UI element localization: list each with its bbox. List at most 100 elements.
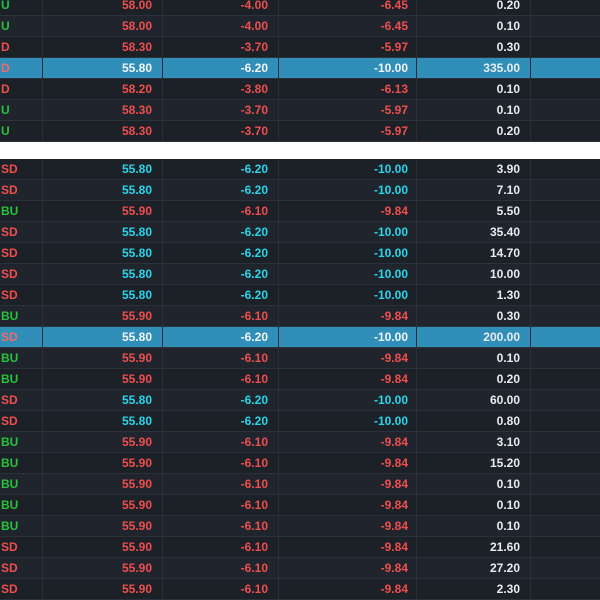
volume-cell: 0.10 <box>496 351 520 365</box>
table-row[interactable]: BU 55.90 -6.10 -9.84 3.10 <box>0 432 600 453</box>
table-row[interactable]: U 58.00 -4.00 -6.45 0.10 <box>0 16 600 37</box>
empty-cell <box>530 201 600 221</box>
volume-cell: 60.00 <box>489 393 520 407</box>
table-row[interactable]: BU 55.90 -6.10 -9.84 0.20 <box>0 369 600 390</box>
column-divider <box>42 243 43 263</box>
column-divider <box>42 58 43 78</box>
change-cell: -3.70 <box>240 103 268 117</box>
table-row[interactable]: SD 55.90 -6.10 -9.84 21.60 <box>0 537 600 558</box>
column-divider <box>278 243 279 263</box>
change-cell: -6.10 <box>240 435 268 449</box>
percent-cell: -9.84 <box>380 372 408 386</box>
empty-cell <box>530 474 600 494</box>
column-divider <box>162 306 163 326</box>
column-divider <box>278 558 279 578</box>
column-divider <box>278 0 279 15</box>
table-row[interactable]: BU 55.90 -6.10 -9.84 15.20 <box>0 453 600 474</box>
table-row[interactable]: SD 55.90 -6.10 -9.84 2.30 <box>0 579 600 600</box>
column-divider <box>42 369 43 389</box>
change-cell: -6.20 <box>240 414 268 428</box>
side-cell: SD <box>1 330 18 344</box>
column-divider <box>278 495 279 515</box>
table-row[interactable]: U 58.30 -3.70 -5.97 0.10 <box>0 100 600 121</box>
column-divider <box>42 0 43 15</box>
table-row[interactable]: SD 55.80 -6.20 -10.00 7.10 <box>0 180 600 201</box>
percent-cell: -9.84 <box>380 498 408 512</box>
side-cell: SD <box>1 561 18 575</box>
table-row[interactable]: D 58.20 -3.80 -6.13 0.10 <box>0 79 600 100</box>
column-divider <box>278 285 279 305</box>
percent-cell: -10.00 <box>373 61 408 75</box>
table-row[interactable]: SD 55.80 -6.20 -10.00 3.90 <box>0 159 600 180</box>
volume-cell: 0.30 <box>496 40 520 54</box>
column-divider <box>42 79 43 99</box>
volume-cell: 14.70 <box>489 246 520 260</box>
volume-cell: 0.20 <box>496 0 520 12</box>
column-divider <box>42 348 43 368</box>
column-divider <box>530 201 531 221</box>
table-row[interactable]: SD 55.80 -6.20 -10.00 1.30 <box>0 285 600 306</box>
side-cell: SD <box>1 162 18 176</box>
change-cell: -6.10 <box>240 309 268 323</box>
empty-cell <box>530 453 600 473</box>
column-divider <box>42 537 43 557</box>
column-divider <box>162 222 163 242</box>
column-divider <box>278 201 279 221</box>
column-divider <box>278 369 279 389</box>
price-cell: 58.30 <box>121 40 152 54</box>
side-cell: SD <box>1 267 18 281</box>
table-row[interactable]: U 58.00 -4.00 -6.45 0.20 <box>0 0 600 16</box>
empty-cell <box>530 432 600 452</box>
price-cell: 55.80 <box>121 414 152 428</box>
column-divider <box>530 537 531 557</box>
table-row[interactable]: SD 55.90 -6.10 -9.84 27.20 <box>0 558 600 579</box>
price-cell: 58.00 <box>121 0 152 12</box>
table-row[interactable]: BU 55.90 -6.10 -9.84 0.10 <box>0 516 600 537</box>
column-divider <box>530 0 531 15</box>
volume-cell: 21.60 <box>489 540 520 554</box>
table-row[interactable]: U 58.30 -3.70 -5.97 0.20 <box>0 121 600 142</box>
table-row[interactable]: BU 55.90 -6.10 -9.84 0.10 <box>0 348 600 369</box>
empty-cell <box>530 369 600 389</box>
table-row[interactable]: BU 55.90 -6.10 -9.84 0.30 <box>0 306 600 327</box>
percent-cell: -9.84 <box>380 435 408 449</box>
column-divider <box>278 222 279 242</box>
column-divider <box>162 285 163 305</box>
column-divider <box>42 285 43 305</box>
percent-cell: -10.00 <box>373 183 408 197</box>
table-row[interactable]: BU 55.90 -6.10 -9.84 5.50 <box>0 201 600 222</box>
table-row[interactable]: SD 55.80 -6.20 -10.00 0.80 <box>0 411 600 432</box>
percent-cell: -10.00 <box>373 246 408 260</box>
change-cell: -3.70 <box>240 40 268 54</box>
table-row[interactable]: SD 55.80 -6.20 -10.00 35.40 <box>0 222 600 243</box>
table-row[interactable]: SD 55.80 -6.20 -10.00 10.00 <box>0 264 600 285</box>
column-divider <box>162 201 163 221</box>
price-cell: 55.90 <box>121 561 152 575</box>
table-row-selected[interactable]: SD 55.80 -6.20 -10.00 200.00 <box>0 327 600 348</box>
empty-cell <box>530 0 600 15</box>
column-divider <box>416 222 417 242</box>
side-cell: U <box>1 124 10 138</box>
column-divider <box>530 222 531 242</box>
column-divider <box>530 180 531 200</box>
volume-cell: 0.20 <box>496 372 520 386</box>
column-divider <box>278 79 279 99</box>
change-cell: -3.70 <box>240 124 268 138</box>
column-divider <box>162 453 163 473</box>
column-divider <box>42 579 43 599</box>
change-cell: -6.20 <box>240 225 268 239</box>
table-row[interactable]: SD 55.80 -6.20 -10.00 14.70 <box>0 243 600 264</box>
table-row-selected[interactable]: D 55.80 -6.20 -10.00 335.00 <box>0 58 600 79</box>
empty-cell <box>530 285 600 305</box>
table-row[interactable]: BU 55.90 -6.10 -9.84 0.10 <box>0 474 600 495</box>
column-divider <box>42 432 43 452</box>
table-row[interactable]: BU 55.90 -6.10 -9.84 0.10 <box>0 495 600 516</box>
column-divider <box>278 58 279 78</box>
column-divider <box>162 474 163 494</box>
column-divider <box>278 453 279 473</box>
column-divider <box>162 579 163 599</box>
price-cell: 58.20 <box>121 82 152 96</box>
table-row[interactable]: D 58.30 -3.70 -5.97 0.30 <box>0 37 600 58</box>
table-row[interactable]: SD 55.80 -6.20 -10.00 60.00 <box>0 390 600 411</box>
percent-cell: -9.84 <box>380 456 408 470</box>
